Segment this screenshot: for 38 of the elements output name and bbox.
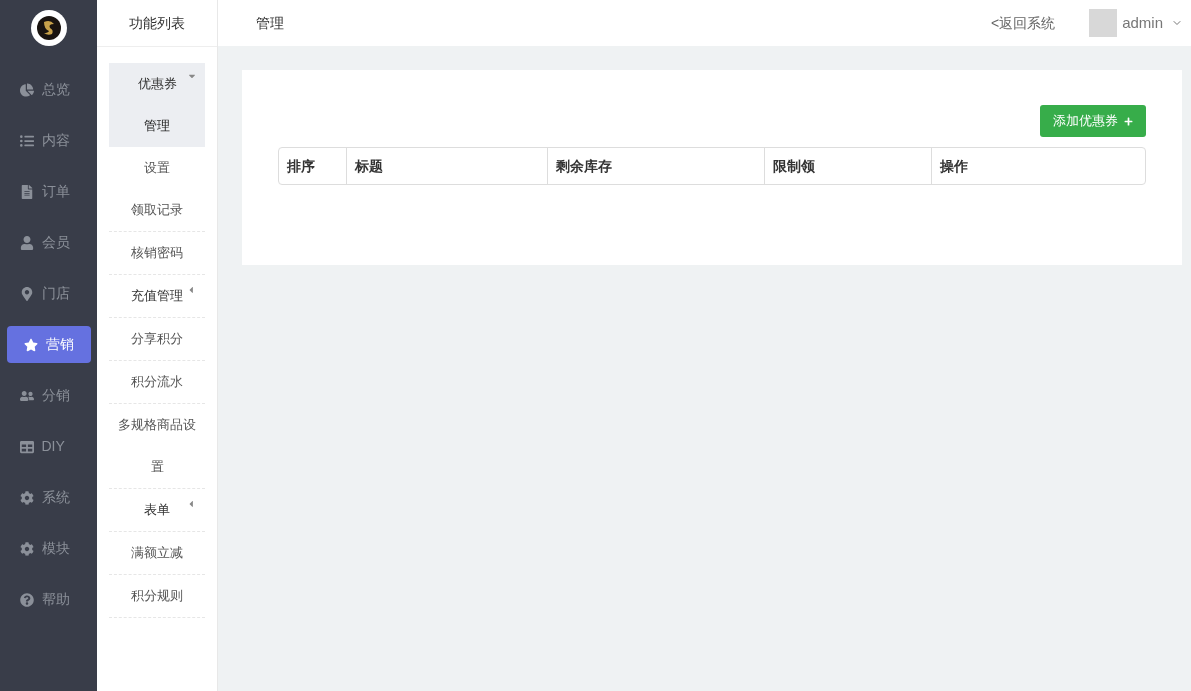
submenu-title: 功能列表 xyxy=(129,13,185,33)
nav-item[interactable]: 模块 xyxy=(6,530,91,567)
settings-icon xyxy=(19,490,34,505)
column-header: 标题 xyxy=(346,148,547,184)
settings-icon xyxy=(19,541,34,556)
nav-item[interactable]: 系统 xyxy=(6,479,91,516)
layout-icon xyxy=(19,439,34,454)
column-header: 排序 xyxy=(286,156,316,176)
map-pin-icon xyxy=(19,286,34,301)
page-title: 管理 xyxy=(256,13,284,33)
document-icon xyxy=(19,184,34,199)
nav-item[interactable]: 内容 xyxy=(6,122,91,159)
column-header: 操作 xyxy=(931,148,1145,184)
back-link[interactable]: <返回系统 xyxy=(990,12,1056,34)
nav-item[interactable]: 订单 xyxy=(6,173,91,210)
user-icon xyxy=(19,235,34,250)
nav-item[interactable]: 门店 xyxy=(6,275,91,312)
caret-left-icon xyxy=(187,499,195,509)
caret-left-icon xyxy=(187,285,195,295)
list-icon xyxy=(19,133,34,148)
nav-item[interactable]: 分销 xyxy=(6,377,91,414)
nav-item[interactable]: DIY xyxy=(6,428,91,465)
nav-item[interactable]: 会员 xyxy=(6,224,91,261)
star-icon xyxy=(23,337,38,352)
nav-item[interactable]: 总览 xyxy=(6,71,91,108)
plus-icon xyxy=(1124,116,1133,126)
logo-icon xyxy=(30,10,67,46)
user-menu[interactable]: admin xyxy=(1122,11,1183,35)
pie-chart-icon xyxy=(19,82,34,97)
submenu-group[interactable]: 优惠券 xyxy=(109,63,205,105)
column-header: 剩余库存 xyxy=(547,148,764,184)
nav-item[interactable]: 帮助 xyxy=(6,581,91,618)
nav-item[interactable]: 营销 xyxy=(6,326,91,363)
help-icon xyxy=(19,592,34,607)
users-icon xyxy=(19,388,34,403)
submenu-item[interactable]: 管理 xyxy=(109,105,205,147)
column-header: 限制领 xyxy=(764,148,931,184)
avatar-placeholder xyxy=(1089,9,1118,37)
